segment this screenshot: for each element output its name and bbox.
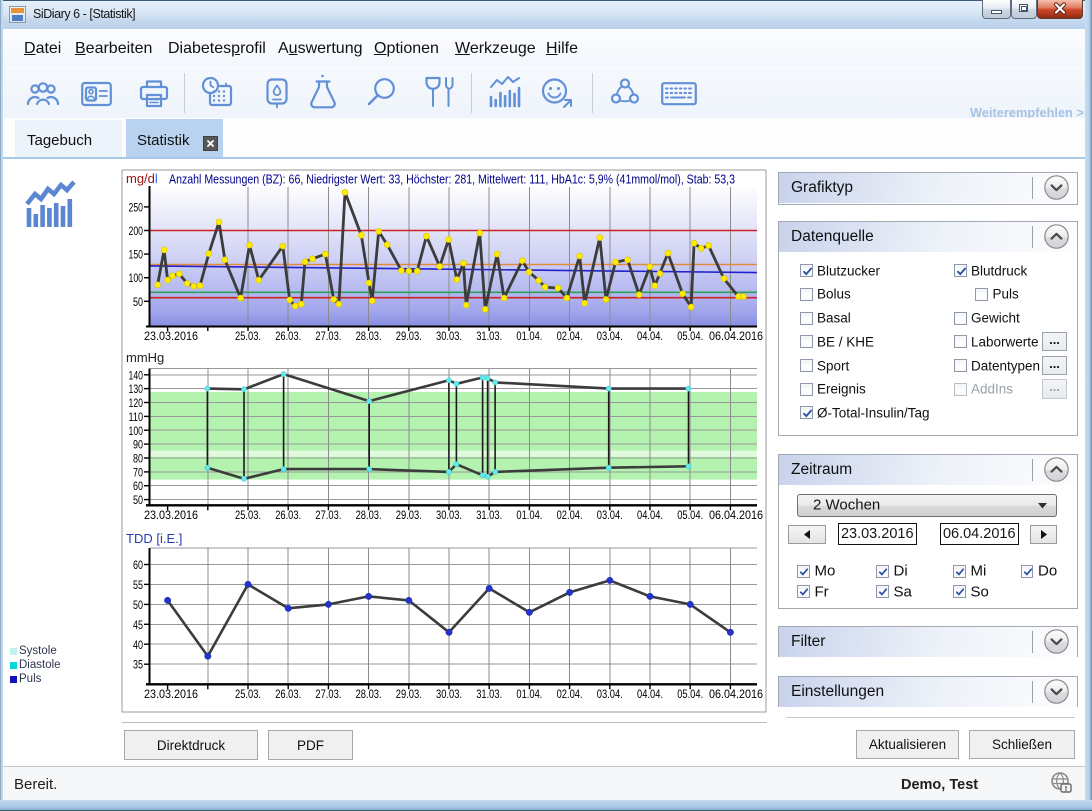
svg-text:23.03.2016: 23.03.2016: [144, 687, 198, 701]
svg-text:200: 200: [129, 224, 144, 238]
svg-text:26.03.: 26.03.: [275, 329, 301, 343]
svg-text:03.04.: 03.04.: [597, 329, 623, 343]
svg-text:100: 100: [129, 424, 144, 438]
svg-text:70: 70: [133, 465, 143, 479]
svg-text:TDD [i.E.]: TDD [i.E.]: [126, 531, 182, 546]
svg-text:04.04.: 04.04.: [637, 687, 663, 701]
svg-text:60: 60: [133, 558, 143, 572]
svg-text:100: 100: [129, 271, 144, 285]
svg-text:31.03.: 31.03.: [476, 329, 502, 343]
svg-text:23.03.2016: 23.03.2016: [144, 329, 198, 343]
svg-text:140: 140: [129, 368, 144, 382]
svg-text:04.04.: 04.04.: [637, 329, 663, 343]
svg-text:06.04.2016: 06.04.2016: [709, 687, 763, 701]
svg-text:31.03.: 31.03.: [476, 508, 502, 522]
svg-text:110: 110: [129, 410, 144, 424]
svg-text:28.03.: 28.03.: [356, 508, 382, 522]
svg-text:150: 150: [129, 248, 144, 262]
svg-text:05.04.: 05.04.: [677, 329, 703, 343]
svg-text:30.03.: 30.03.: [436, 508, 462, 522]
svg-text:25.03.: 25.03.: [235, 329, 261, 343]
svg-text:120: 120: [129, 396, 144, 410]
svg-text:02.04.: 02.04.: [557, 329, 583, 343]
svg-text:25.03.: 25.03.: [235, 687, 261, 701]
svg-text:50: 50: [133, 493, 143, 507]
svg-text:05.04.: 05.04.: [677, 508, 703, 522]
svg-text:27.03.: 27.03.: [315, 508, 341, 522]
svg-text:02.04.: 02.04.: [557, 687, 583, 701]
svg-text:mmHg: mmHg: [126, 350, 164, 365]
svg-text:30.03.: 30.03.: [436, 329, 462, 343]
svg-text:03.04.: 03.04.: [597, 687, 623, 701]
svg-text:60: 60: [133, 479, 143, 493]
svg-text:mg/dl: mg/dl: [126, 171, 158, 186]
svg-text:130: 130: [129, 382, 144, 396]
svg-text:Anzahl Messungen (BZ): 66, Nie: Anzahl Messungen (BZ): 66, Niedrigster W…: [169, 172, 735, 187]
svg-text:40: 40: [133, 638, 143, 652]
svg-text:27.03.: 27.03.: [315, 687, 341, 701]
svg-text:02.04.: 02.04.: [557, 508, 583, 522]
svg-text:28.03.: 28.03.: [356, 329, 382, 343]
svg-text:01.04.: 01.04.: [516, 508, 542, 522]
svg-text:25.03.: 25.03.: [235, 508, 261, 522]
svg-text:29.03.: 29.03.: [396, 687, 422, 701]
svg-text:01.04.: 01.04.: [516, 687, 542, 701]
svg-text:29.03.: 29.03.: [396, 329, 422, 343]
svg-text:06.04.2016: 06.04.2016: [709, 329, 763, 343]
svg-text:90: 90: [133, 438, 143, 452]
svg-text:26.03.: 26.03.: [275, 508, 301, 522]
svg-text:27.03.: 27.03.: [315, 329, 341, 343]
svg-text:04.04.: 04.04.: [637, 508, 663, 522]
svg-text:!: !: [1065, 784, 1068, 793]
svg-text:01.04.: 01.04.: [516, 329, 542, 343]
svg-text:31.03.: 31.03.: [476, 687, 502, 701]
svg-text:80: 80: [133, 452, 143, 466]
svg-text:250: 250: [129, 200, 144, 214]
svg-text:45: 45: [133, 618, 143, 632]
svg-text:23.03.2016: 23.03.2016: [144, 508, 198, 522]
svg-text:29.03.: 29.03.: [396, 508, 422, 522]
svg-text:30.03.: 30.03.: [436, 687, 462, 701]
svg-text:06.04.2016: 06.04.2016: [709, 508, 763, 522]
svg-text:28.03.: 28.03.: [356, 687, 382, 701]
svg-text:50: 50: [133, 295, 143, 309]
svg-text:55: 55: [133, 578, 143, 592]
svg-text:26.03.: 26.03.: [275, 687, 301, 701]
svg-text:05.04.: 05.04.: [677, 687, 703, 701]
svg-text:35: 35: [133, 658, 143, 672]
svg-text:50: 50: [133, 598, 143, 612]
svg-text:03.04.: 03.04.: [597, 508, 623, 522]
